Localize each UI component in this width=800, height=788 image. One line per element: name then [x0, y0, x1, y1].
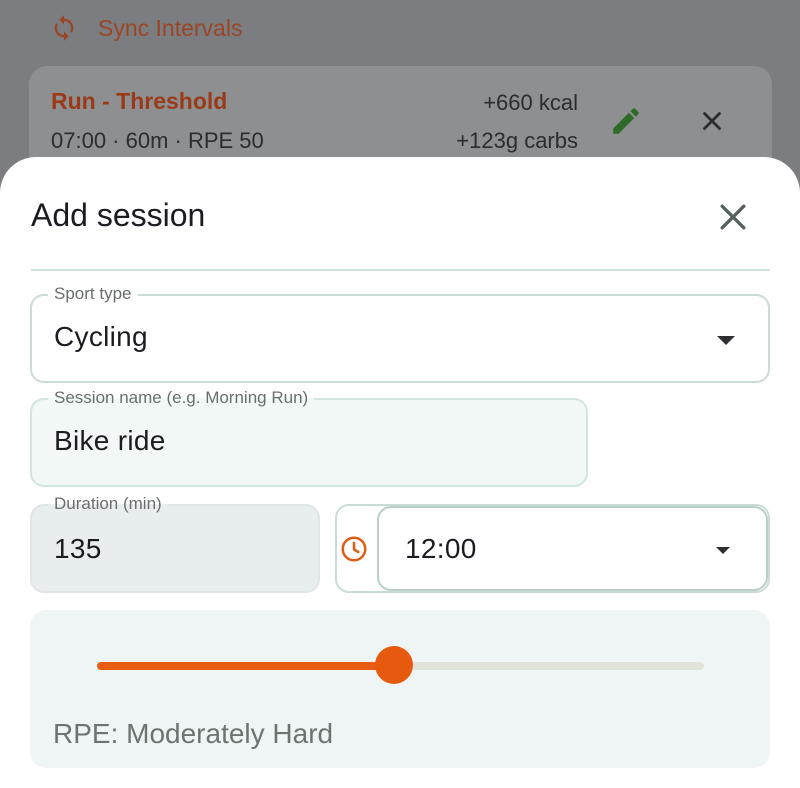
- rpe-label: RPE: Moderately Hard: [53, 718, 334, 749]
- duration-value: 135: [54, 533, 102, 564]
- start-time-select[interactable]: 12:00: [377, 506, 768, 591]
- sheet-title: Add session: [31, 197, 206, 233]
- start-time-field: 12:00: [335, 504, 770, 593]
- sport-type-label: Sport type: [48, 284, 138, 304]
- session-card-carbs: +123g carbs: [456, 128, 578, 153]
- header-divider: [31, 269, 770, 271]
- session-name-field[interactable]: Session name (e.g. Morning Run) Bike rid…: [30, 388, 588, 487]
- sync-intervals-row[interactable]: Sync Intervals: [50, 10, 242, 46]
- rpe-slider-fill: [97, 662, 395, 670]
- rpe-slider-thumb[interactable]: [375, 646, 414, 684]
- sport-type-value: Cycling: [54, 321, 148, 352]
- session-name-label: Session name (e.g. Morning Run): [48, 388, 315, 408]
- session-card-kcal: +660 kcal: [483, 90, 578, 115]
- session-card-subtitle: 07:00 · 60m · RPE 50: [51, 128, 264, 153]
- session-name-value: Bike ride: [54, 425, 166, 456]
- delete-session-close-icon[interactable]: [697, 106, 727, 136]
- clock-icon: [341, 536, 367, 562]
- add-session-sheet: Add session Sport type Cycling Session n…: [0, 157, 800, 788]
- sport-type-select[interactable]: Sport type Cycling: [30, 284, 770, 383]
- edit-icon[interactable]: [609, 104, 643, 138]
- duration-label: Duration (min): [48, 494, 168, 514]
- rpe-card: RPE: Moderately Hard: [30, 610, 770, 768]
- close-icon[interactable]: [713, 197, 753, 237]
- sync-icon: [54, 15, 74, 41]
- sync-intervals-label: Sync Intervals: [98, 14, 243, 41]
- duration-field[interactable]: Duration (min) 135: [30, 494, 320, 593]
- session-card-title: Run - Threshold: [51, 88, 228, 114]
- start-time-value: 12:00: [405, 533, 477, 564]
- dropdown-arrow-icon: [717, 336, 735, 345]
- dropdown-arrow-icon: [716, 547, 730, 554]
